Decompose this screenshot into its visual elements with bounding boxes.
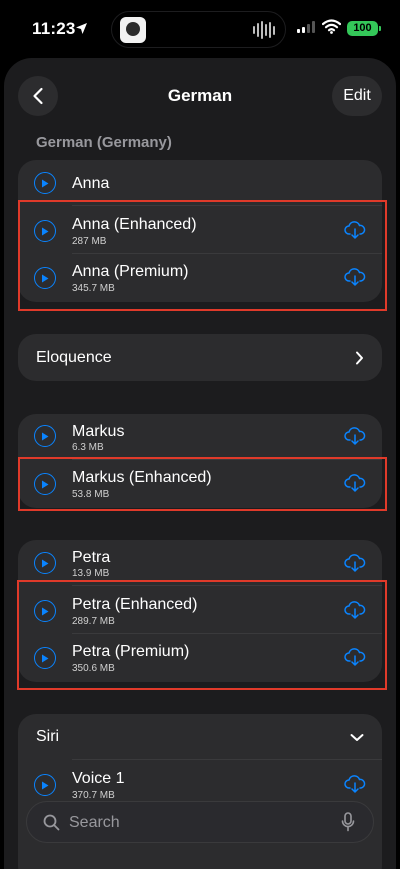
dynamic-island: [111, 11, 286, 48]
chevron-right-icon: [356, 351, 363, 365]
location-arrow-icon: [76, 23, 87, 34]
play-icon: [42, 559, 49, 567]
voice-size: 13.9 MB: [72, 568, 110, 579]
highlight-box-petra: [17, 580, 387, 690]
cloud-download-icon[interactable]: [344, 554, 366, 572]
play-icon: [42, 432, 49, 440]
status-bar: 11:23 100: [0, 0, 400, 60]
highlight-box-markus: [18, 457, 387, 511]
chevron-down-icon: [350, 734, 364, 741]
search-bar[interactable]: Search: [26, 801, 374, 843]
edit-button[interactable]: Edit: [332, 76, 382, 116]
siri-label: Siri: [36, 728, 60, 745]
cloud-download-icon[interactable]: [344, 775, 366, 793]
voice-name: Markus: [72, 423, 125, 440]
search-input[interactable]: Search: [69, 814, 120, 832]
voice-size: 370.7 MB: [72, 790, 115, 801]
play-button[interactable]: [34, 552, 56, 574]
microphone-icon[interactable]: [341, 812, 355, 832]
voice-name: Petra: [72, 549, 111, 566]
voice-row-markus[interactable]: Markus 6.3 MB: [18, 414, 382, 460]
eloquence-label: Eloquence: [36, 349, 112, 366]
eloquence-row[interactable]: Eloquence: [18, 334, 382, 381]
search-icon: [43, 814, 60, 831]
play-icon: [42, 179, 49, 187]
play-button[interactable]: [34, 774, 56, 796]
voice-group-siri: Siri Voice 1 370.7 MB: [18, 714, 382, 869]
section-header-german-germany: German (Germany): [36, 134, 172, 151]
siri-header-row[interactable]: Siri: [18, 714, 382, 760]
wifi-icon: [322, 19, 341, 34]
voice-name: Anna: [72, 175, 110, 192]
voice-name: Voice 1: [72, 770, 125, 787]
voice-size: 6.3 MB: [72, 442, 104, 453]
battery-icon: 100: [347, 21, 381, 36]
cellular-signal-icon: [297, 21, 315, 33]
cloud-download-icon[interactable]: [344, 427, 366, 445]
status-time: 11:23: [32, 19, 76, 38]
play-button[interactable]: [34, 425, 56, 447]
play-icon: [42, 781, 49, 789]
play-button[interactable]: [34, 172, 56, 194]
now-playing-app-icon: [120, 17, 146, 43]
audio-waveform-icon: [253, 21, 275, 39]
highlight-box-anna: [18, 200, 387, 311]
